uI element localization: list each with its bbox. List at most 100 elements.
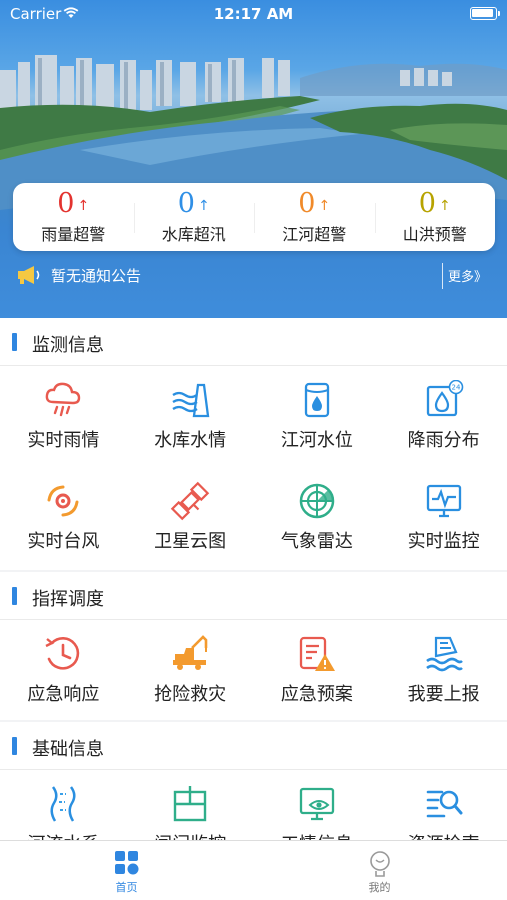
menu-grid: 实时雨情 水库水情 江河水位 24 降雨分布 实时台风 卫星云图 气象雷达 实时监…: [0, 366, 507, 568]
rainfall-24h-icon: 24: [426, 380, 463, 417]
alert-stat-item[interactable]: 0 ↑ 水库超汛: [133, 183, 255, 251]
status-bar: Carrier 12:17 AM: [0, 0, 507, 28]
satellite-icon: [170, 481, 210, 521]
reservoir-dam-icon: [172, 383, 210, 418]
monitor-icon: [426, 484, 461, 518]
alert-stat-item[interactable]: 0 ↑ 山洪预警: [374, 183, 496, 251]
arrow-up-icon: ↑: [197, 198, 210, 214]
alert-label: 江河超警: [282, 225, 347, 244]
river-icon: [50, 786, 76, 822]
battery-icon: [470, 7, 500, 20]
menu-item[interactable]: 卫星云图: [127, 467, 254, 568]
menu-item-label: 河流水系: [0, 830, 127, 840]
tab-label: 首页: [115, 881, 138, 894]
svg-text:24: 24: [451, 384, 460, 392]
alert-label: 雨量超警: [41, 225, 106, 244]
tab-label: 我的: [368, 881, 391, 894]
tab-home[interactable]: 首页: [0, 841, 253, 900]
menu-item-label: 水库水情: [154, 430, 227, 451]
section-header: 监测信息: [0, 318, 507, 366]
alert-label: 水库超汛: [161, 225, 226, 244]
menu-item-label: 我要上报: [407, 684, 480, 705]
alert-count: 0: [298, 188, 316, 219]
header-banner: Carrier 12:17 AM 0 ↑ 雨量超警 0 ↑ 水库超汛 0 ↑ 江河超警…: [0, 0, 507, 318]
menu-item-label: 实时雨情: [27, 430, 100, 451]
menu-grid: 河流水系 闸门监控 工情信息 资源检索: [0, 770, 507, 840]
alert-stat-item[interactable]: 0 ↑ 雨量超警: [13, 183, 134, 251]
arrow-up-icon: ↑: [438, 198, 451, 214]
section-header: 基础信息: [0, 722, 507, 770]
profile-icon: [369, 851, 390, 877]
menu-item-label: 工情信息: [254, 830, 381, 840]
menu-item[interactable]: 河流水系: [0, 770, 127, 840]
alert-label: 山洪预警: [402, 225, 467, 244]
notice-text: 暂无通知公告: [51, 267, 142, 285]
bottom-tab-bar: 首页 我的: [0, 840, 507, 900]
sluice-gate-icon: [173, 786, 207, 822]
plan-warning-icon: [299, 636, 335, 671]
menu-item[interactable]: 闸门监控: [127, 770, 254, 840]
arrow-up-icon: ↑: [318, 198, 331, 214]
section-monitoring: 监测信息 实时雨情 水库水情 江河水位 24 降雨分布 实时台风 卫星云图 气象雷…: [0, 318, 507, 570]
menu-item[interactable]: 水库水情: [127, 366, 254, 467]
menu-item-label: 闸门监控: [127, 830, 254, 840]
water-level-icon: [304, 382, 330, 418]
rain-cloud-icon: [46, 382, 81, 417]
section-accent-bar: [12, 333, 17, 351]
section-accent-bar: [12, 587, 17, 605]
menu-item[interactable]: 工情信息: [254, 770, 381, 840]
alert-value-row: 0 ↑: [375, 189, 496, 219]
rescue-crane-icon: [173, 635, 208, 670]
resource-search-icon: [426, 790, 463, 818]
status-time: 12:17 AM: [213, 5, 294, 23]
alert-value-row: 0 ↑: [13, 189, 134, 219]
menu-item[interactable]: 气象雷达: [254, 467, 381, 568]
notice-more-link[interactable]: 更多》: [448, 266, 487, 285]
menu-item[interactable]: 抢险救灾: [127, 620, 254, 721]
alert-count: 0: [57, 188, 75, 219]
menu-item-label: 实时台风: [27, 531, 100, 552]
menu-item-label: 气象雷达: [280, 531, 353, 552]
menu-item[interactable]: 24 降雨分布: [380, 366, 507, 467]
alert-value-row: 0 ↑: [254, 189, 375, 219]
section-accent-bar: [12, 737, 17, 755]
section-title: 基础信息: [32, 739, 104, 760]
flood-report-icon: [425, 636, 463, 672]
menu-item[interactable]: 实时台风: [0, 467, 127, 568]
menu-item[interactable]: 江河水位: [254, 366, 381, 467]
alert-stats-card: 0 ↑ 雨量超警 0 ↑ 水库超汛 0 ↑ 江河超警 0 ↑ 山洪预警: [13, 183, 495, 251]
menu-item[interactable]: 我要上报: [380, 620, 507, 721]
tab-profile[interactable]: 我的: [253, 841, 506, 900]
section-basic-info: 基础信息 河流水系 闸门监控 工情信息 资源检索: [0, 722, 507, 840]
menu-item-label: 卫星云图: [154, 531, 227, 552]
menu-grid: 应急响应 抢险救灾 应急预案 我要上报: [0, 620, 507, 721]
menu-item-label: 江河水位: [280, 430, 353, 451]
notice-divider: [442, 263, 443, 289]
menu-item-label: 抢险救灾: [154, 684, 227, 705]
alert-value-row: 0 ↑: [134, 189, 255, 219]
menu-item-label: 资源检索: [380, 830, 507, 840]
menu-item[interactable]: 实时雨情: [0, 366, 127, 467]
menu-item[interactable]: 应急响应: [0, 620, 127, 721]
emergency-clock-icon: [45, 637, 80, 670]
typhoon-icon: [47, 485, 79, 517]
alert-count: 0: [177, 188, 195, 219]
menu-item[interactable]: 应急预案: [254, 620, 381, 721]
radar-icon: [299, 483, 335, 519]
alert-count: 0: [418, 188, 436, 219]
menu-item-label: 应急响应: [27, 684, 100, 705]
menu-item-label: 应急预案: [280, 684, 353, 705]
section-title: 指挥调度: [32, 589, 104, 610]
alert-stat-item[interactable]: 0 ↑ 江河超警: [254, 183, 375, 251]
project-info-icon: [299, 787, 335, 821]
notice-bar[interactable]: 暂无通知公告 更多》: [0, 256, 507, 294]
section-title: 监测信息: [32, 335, 104, 356]
menu-item[interactable]: 实时监控: [380, 467, 507, 568]
arrow-up-icon: ↑: [77, 198, 90, 214]
menu-item-label: 降雨分布: [407, 430, 480, 451]
home-grid-icon: [114, 851, 138, 875]
section-command: 指挥调度 应急响应 抢险救灾 应急预案 我要上报: [0, 572, 507, 720]
megaphone-icon: [18, 266, 40, 284]
menu-item[interactable]: 资源检索: [380, 770, 507, 840]
menu-item-label: 实时监控: [407, 531, 480, 552]
